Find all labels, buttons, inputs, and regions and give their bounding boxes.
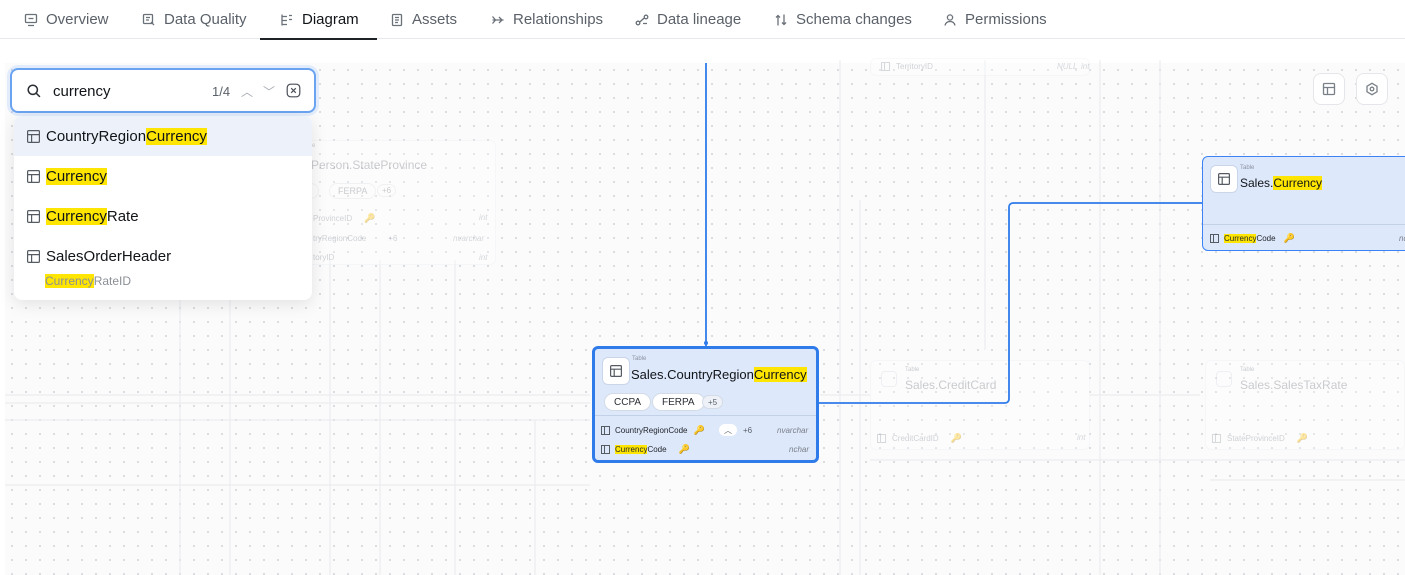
tag-ccpa[interactable]: CCPA	[604, 393, 652, 411]
key-icon: 🔑	[678, 444, 690, 454]
key-icon: 🔑	[1283, 233, 1295, 243]
search-result-item[interactable]: SalesOrderHeader	[14, 236, 312, 276]
table-icon-box	[602, 357, 630, 385]
table-node-title: Sales.Currency	[1240, 176, 1323, 190]
table-view-button[interactable]	[1313, 73, 1345, 105]
settings-icon	[1366, 82, 1378, 96]
search-icon	[27, 84, 41, 98]
column-row[interactable]: Currency Code 🔑	[1210, 233, 1295, 244]
search-result-count: 1/4	[212, 84, 231, 99]
column-icon	[601, 426, 610, 435]
search-results-dropdown: CountryRegion Currency Currency Currency R…	[14, 116, 312, 300]
table-layout-icon	[1322, 82, 1336, 96]
table-icon	[27, 169, 40, 183]
table-node-title: Sales.CountryRegionCurrency	[631, 367, 807, 382]
search-result-item[interactable]: Currency	[14, 156, 312, 196]
column-row[interactable]: Currency Code 🔑	[601, 444, 690, 455]
search-input[interactable]	[53, 80, 193, 102]
clear-search-icon[interactable]	[286, 83, 301, 98]
table-node-currency[interactable]: Table Sales.Currency CurrencyCode 🔑 nc	[1202, 156, 1405, 251]
column-icon	[1210, 234, 1219, 243]
connector-main-to-currency	[818, 202, 1202, 404]
table-node-currency-clip: Table Sales.Currency CurrencyCode 🔑 nc	[1202, 156, 1405, 251]
table-icon	[27, 249, 40, 263]
search-box[interactable]: 1/4 ︿ ﹀	[10, 68, 316, 113]
table-icon	[1218, 173, 1230, 185]
search-prev-button[interactable]: ︿	[241, 83, 253, 100]
table-node-country-region-currency[interactable]: Table Sales.CountryRegionCurrency CCPA F…	[592, 346, 819, 463]
chevron-up-icon[interactable]: ︿	[719, 424, 737, 436]
table-icon	[27, 209, 40, 223]
table-icon	[27, 129, 40, 143]
search-result-item[interactable]: Currency Rate	[14, 196, 312, 236]
table-icon-box	[1210, 165, 1238, 193]
tag-ferpa[interactable]: FERPA	[652, 393, 705, 411]
search-result-column-match[interactable]: CurrencyRateID	[45, 274, 131, 288]
column-row[interactable]: CountryRegionCode 🔑	[601, 425, 705, 436]
settings-button[interactable]	[1356, 73, 1388, 105]
more-tags-badge[interactable]: +5	[702, 395, 724, 409]
column-icon	[601, 445, 610, 454]
table-icon	[610, 365, 622, 377]
key-icon: 🔑	[693, 425, 705, 435]
search-next-button[interactable]: ﹀	[263, 83, 275, 100]
search-result-item[interactable]: CountryRegion Currency	[14, 116, 312, 156]
